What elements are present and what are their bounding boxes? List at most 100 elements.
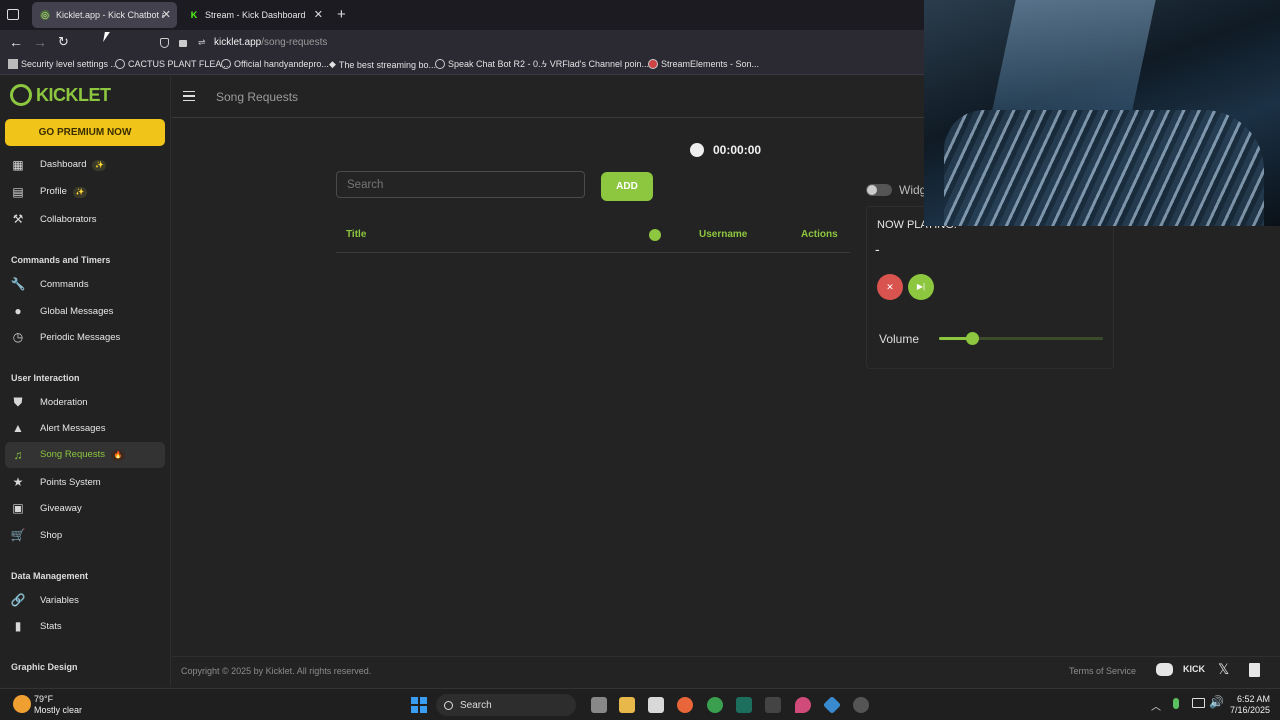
tab-kicklet[interactable]: ◎ Kicklet.app - Kick Chatbot and C ✕ <box>32 2 177 28</box>
sidebar-item-shop[interactable]: 🛒 Shop <box>5 522 165 548</box>
app-icon[interactable] <box>736 697 752 713</box>
sidebar-item-global-messages[interactable]: ● Global Messages <box>5 298 165 324</box>
microphone-icon[interactable] <box>1173 698 1179 709</box>
weather-desc[interactable]: Mostly clear <box>34 705 82 715</box>
tab-title: Kicklet.app - Kick Chatbot and C <box>56 10 164 20</box>
windows-start-icon[interactable] <box>411 697 427 713</box>
close-tab-icon[interactable]: ✕ <box>314 8 323 21</box>
forward-icon[interactable]: → <box>33 34 47 50</box>
url-path: /song-requests <box>261 37 328 48</box>
widget-label: Widg <box>899 183 927 197</box>
column-username[interactable]: Username <box>699 229 747 240</box>
reload-icon[interactable]: ↻ <box>58 34 69 50</box>
cart-icon: 🛒 <box>10 528 26 542</box>
task-view-icon[interactable] <box>591 697 607 713</box>
globe-icon <box>435 59 445 69</box>
sidebar-item-giveaway[interactable]: ▣ Giveaway <box>5 495 165 521</box>
sidebar-item-profile[interactable]: ▤ Profile ✨ <box>5 179 165 205</box>
weather-icon[interactable] <box>13 695 31 713</box>
volume-slider[interactable] <box>939 332 1103 345</box>
tab-stream-dashboard[interactable]: K Stream - Kick Dashboard ✕ <box>181 2 329 28</box>
bar-chart-icon: ▮ <box>14 619 22 633</box>
diamond-icon: ◆ <box>329 59 336 69</box>
tab-list-icon[interactable] <box>7 9 19 20</box>
site-info-icon[interactable]: ⇌ <box>198 37 206 48</box>
x-twitter-icon[interactable]: 𝕏 <box>1218 661 1229 678</box>
weather-temp[interactable]: 79°F <box>34 694 53 704</box>
sidebar-item-moderation[interactable]: ⛊ Moderation <box>5 389 165 415</box>
sidebar-item-dashboard[interactable]: ▦ Dashboard ✨ <box>5 152 165 178</box>
volume-label: Volume <box>879 332 920 346</box>
timer-display: 00:00:00 <box>713 143 762 157</box>
column-actions[interactable]: Actions <box>801 229 838 240</box>
search-icon <box>444 700 453 710</box>
url-bar[interactable]: kicklet.app/song-requests <box>214 37 327 48</box>
new-tab-icon[interactable]: + <box>337 6 346 23</box>
warning-icon: ▲ <box>12 421 24 435</box>
bookmark-item[interactable]: Speak Chat Bot R2 - 0... <box>435 59 546 69</box>
bookmark-item[interactable]: ◆ The best streaming bo... <box>329 59 436 70</box>
lock-icon[interactable] <box>179 40 187 47</box>
chrome-icon[interactable] <box>707 697 723 713</box>
globe-icon <box>221 59 231 69</box>
bookmark-item[interactable]: ϟ VRFlad's Channel poin... <box>542 59 649 69</box>
gift-icon: ▣ <box>12 501 24 515</box>
vpn-icon[interactable] <box>822 695 842 715</box>
clock-date[interactable]: 7/16/2025 <box>1230 705 1270 715</box>
bookmark-item[interactable]: StreamElements - Son... <box>648 59 759 69</box>
pin-app-icon[interactable] <box>795 697 811 713</box>
bookmark-item[interactable]: Official handyandepro... <box>221 59 329 69</box>
section-user-interaction: User Interaction <box>11 373 80 383</box>
file-explorer-icon[interactable] <box>619 697 635 713</box>
tab-title: Stream - Kick Dashboard <box>205 10 306 20</box>
close-tab-icon[interactable]: ✕ <box>162 8 171 21</box>
bookmark-item[interactable]: CACTUS PLANT FLEA ... <box>115 59 231 69</box>
document-icon[interactable] <box>1249 663 1260 677</box>
shield-icon[interactable] <box>160 38 169 48</box>
add-button[interactable]: ADD <box>601 172 653 201</box>
go-premium-button[interactable]: GO PREMIUM NOW <box>5 119 165 146</box>
speaker-icon[interactable]: 🔊 <box>1209 695 1224 709</box>
taskbar-search[interactable]: Search <box>436 694 576 716</box>
sidebar: KICKLET GO PREMIUM NOW ▦ Dashboard ✨ ▤ Pr… <box>0 76 171 686</box>
duration-column-clock-icon[interactable] <box>649 229 661 241</box>
bookmark-item[interactable]: Security level settings ... <box>8 59 118 69</box>
skip-button[interactable]: ▶| <box>908 274 934 300</box>
page-icon <box>8 59 18 69</box>
discord-icon[interactable] <box>1156 663 1173 676</box>
search-input[interactable] <box>336 171 585 198</box>
chevron-up-icon[interactable]: ︿ <box>1151 698 1161 713</box>
link-icon: 🔗 <box>10 593 26 607</box>
sparkle-badge: ✨ <box>72 187 87 198</box>
sidebar-item-periodic-messages[interactable]: ◷ Periodic Messages <box>5 324 165 350</box>
kick-icon[interactable]: KICK <box>1183 664 1205 674</box>
widget-toggle[interactable] <box>866 184 892 196</box>
sidebar-item-collaborators[interactable]: ⚒ Collaborators <box>5 206 165 232</box>
obs-icon[interactable] <box>853 697 869 713</box>
terminal-icon[interactable] <box>765 697 781 713</box>
url-domain: kicklet.app <box>214 37 262 48</box>
back-icon[interactable]: ← <box>9 34 23 50</box>
sidebar-item-stats[interactable]: ▮ Stats <box>5 613 165 639</box>
clock-time[interactable]: 6:52 AM <box>1237 694 1270 704</box>
bolt-icon: ϟ <box>542 59 547 69</box>
section-graphic-design: Graphic Design <box>11 662 78 672</box>
sidebar-toggle-icon[interactable] <box>183 91 195 101</box>
sidebar-item-song-requests[interactable]: ♫ Song Requests 🔥 <box>5 442 165 468</box>
sidebar-item-variables[interactable]: 🔗 Variables <box>5 587 165 613</box>
display-icon[interactable] <box>1192 698 1205 708</box>
kicklet-logo[interactable]: KICKLET <box>10 84 111 106</box>
current-track: - <box>875 241 880 257</box>
sidebar-item-points-system[interactable]: ★ Points System <box>5 469 165 495</box>
sidebar-item-commands[interactable]: 🔧 Commands <box>5 271 165 297</box>
page-title: Song Requests <box>216 90 299 104</box>
store-icon[interactable] <box>648 697 664 713</box>
taskbar: 79°F Mostly clear Search ︿ 🔊 6:52 AM 7/1… <box>0 688 1280 720</box>
sidebar-item-alert-messages[interactable]: ▲ Alert Messages <box>5 415 165 441</box>
volume-thumb[interactable] <box>965 332 979 345</box>
stop-button[interactable]: ✕ <box>877 274 903 300</box>
terms-link[interactable]: Terms of Service <box>1069 666 1136 676</box>
firefox-icon[interactable] <box>677 697 693 713</box>
column-title[interactable]: Title <box>346 229 366 240</box>
streamelements-icon <box>648 59 658 69</box>
